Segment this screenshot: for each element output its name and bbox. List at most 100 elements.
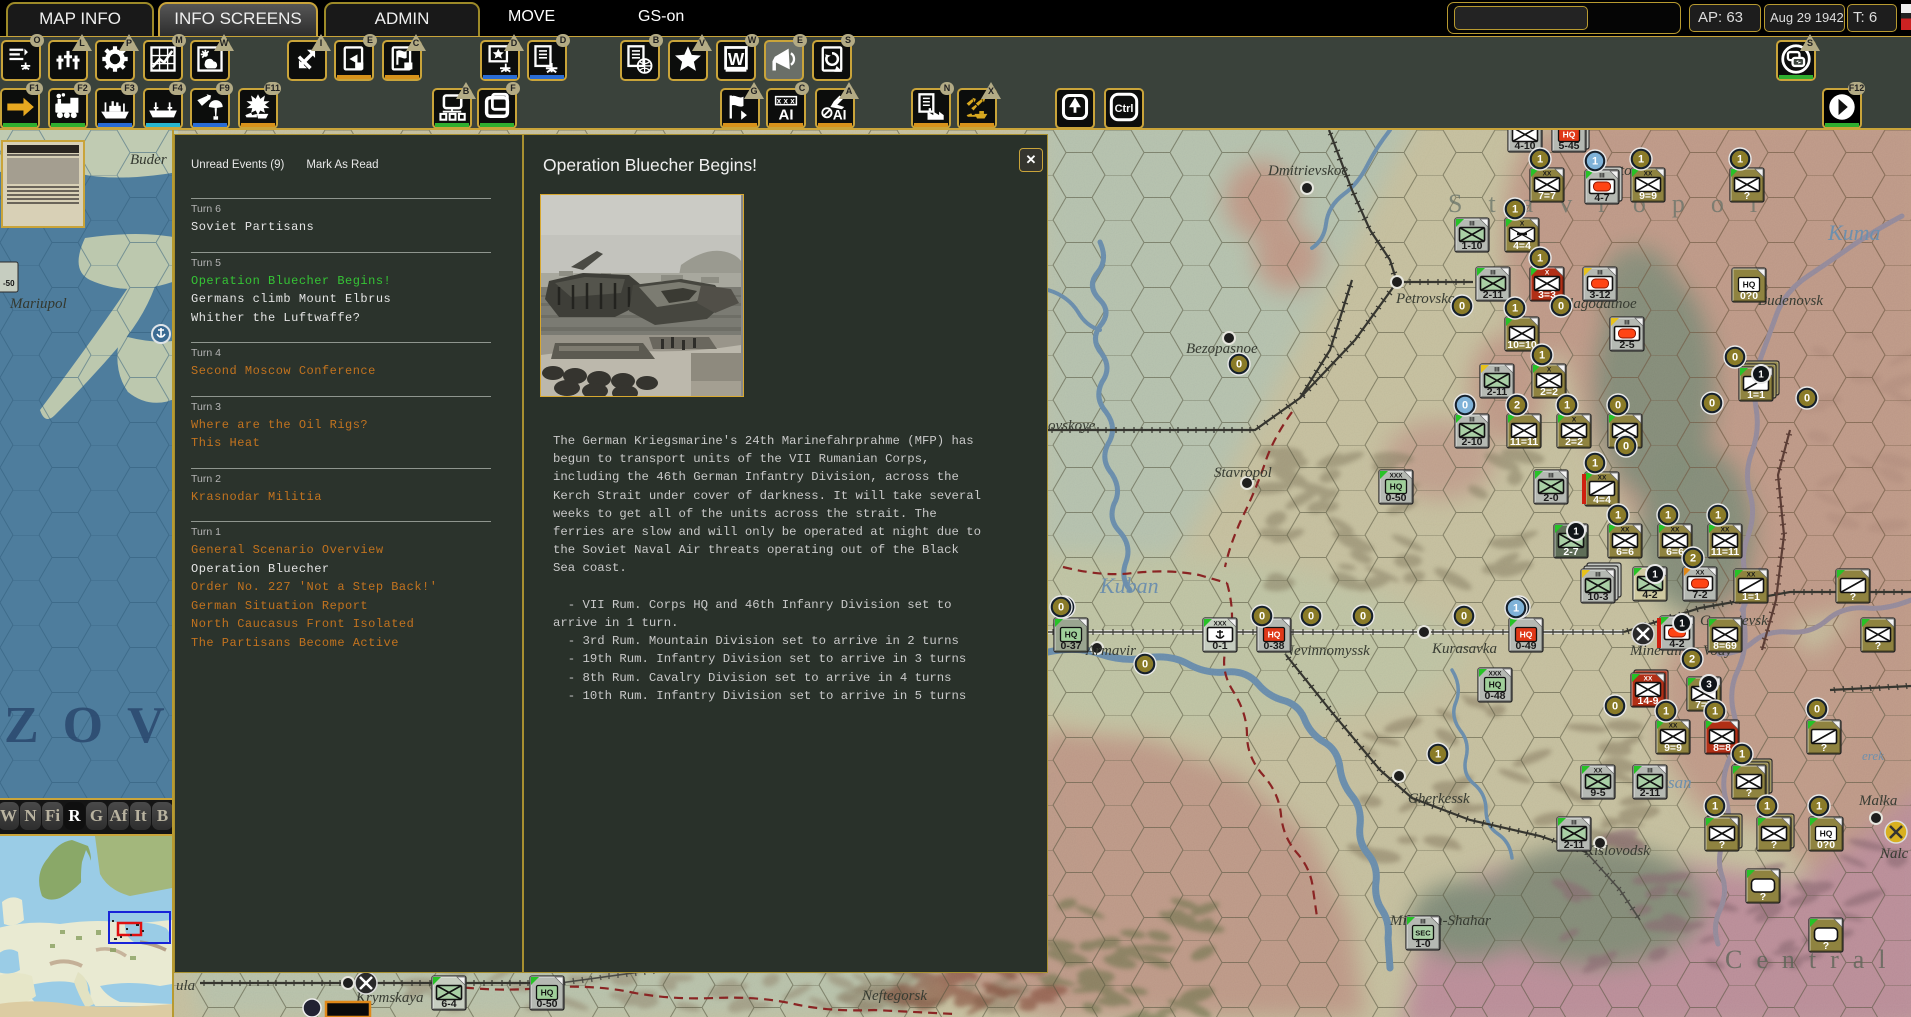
- svg-text:6=6: 6=6: [1616, 546, 1634, 558]
- svg-text:3: 3: [1706, 680, 1712, 691]
- svg-text:1: 1: [1512, 204, 1518, 216]
- svg-text:III: III: [1647, 768, 1653, 775]
- svg-text:XX: XX: [1598, 475, 1607, 482]
- svg-text:0: 0: [1308, 611, 1314, 623]
- svg-text:XX: XX: [1671, 527, 1680, 534]
- svg-text:8=69: 8=69: [1713, 640, 1737, 652]
- svg-text:0: 0: [1612, 701, 1618, 713]
- svg-text:0-49: 0-49: [1515, 640, 1536, 652]
- svg-text:0: 0: [1058, 602, 1064, 614]
- svg-text:2-5: 2-5: [1619, 339, 1634, 351]
- svg-text:0: 0: [1142, 659, 1148, 671]
- svg-text:ZOV: ZOV: [4, 697, 178, 754]
- svg-text:7-2: 7-2: [1692, 589, 1707, 601]
- svg-text:SEC: SEC: [1415, 929, 1431, 938]
- svg-text:14-9: 14-9: [1637, 695, 1658, 707]
- svg-text:AI: AI: [833, 107, 847, 122]
- svg-text:III: III: [1624, 320, 1630, 327]
- svg-text:0: 0: [1459, 301, 1465, 313]
- svg-text:1: 1: [1537, 154, 1543, 166]
- svg-text:XX: XX: [1696, 570, 1705, 577]
- svg-text:1: 1: [1652, 570, 1658, 581]
- svg-text:11=11: 11=11: [1510, 436, 1538, 448]
- svg-text:III: III: [1548, 473, 1554, 480]
- svg-text:?: ?: [1744, 190, 1750, 202]
- svg-text:1-10: 1-10: [1461, 240, 1482, 252]
- svg-text:-50: -50: [3, 279, 15, 288]
- svg-text:AI: AI: [779, 107, 794, 122]
- svg-text:XX: XX: [1669, 723, 1678, 730]
- svg-text:1: 1: [1564, 400, 1570, 412]
- svg-text:III: III: [1420, 919, 1426, 926]
- svg-text:0: 0: [1615, 400, 1621, 412]
- svg-text:5-45: 5-45: [1558, 140, 1579, 152]
- svg-text:2-11: 2-11: [1564, 839, 1585, 851]
- svg-text:?: ?: [1719, 839, 1725, 851]
- svg-text:2-10: 2-10: [1461, 436, 1482, 448]
- svg-text:HQ: HQ: [1520, 630, 1533, 640]
- svg-text:XX: XX: [1644, 676, 1653, 683]
- svg-text:HQ: HQ: [1743, 280, 1756, 290]
- svg-text:6-4: 6-4: [441, 998, 456, 1010]
- svg-text:0?0: 0?0: [1740, 290, 1758, 302]
- svg-text:2-11: 2-11: [1640, 787, 1661, 799]
- svg-text:2: 2: [1689, 654, 1695, 666]
- svg-text:III: III: [1595, 572, 1601, 579]
- svg-text:0: 0: [1259, 611, 1265, 623]
- svg-text:4=4: 4=4: [1513, 240, 1531, 252]
- svg-text:0: 0: [1709, 398, 1715, 410]
- svg-text:1: 1: [1638, 154, 1644, 166]
- svg-text:1: 1: [1573, 527, 1579, 538]
- svg-text:2-7: 2-7: [1563, 546, 1578, 558]
- svg-text:6=6: 6=6: [1666, 546, 1684, 558]
- svg-text:III: III: [1469, 221, 1475, 228]
- svg-text:2-11: 2-11: [1483, 289, 1504, 301]
- svg-text:0: 0: [1732, 352, 1738, 364]
- svg-text:XXX: XXX: [1389, 473, 1403, 480]
- svg-text:III: III: [1494, 367, 1500, 374]
- svg-text:X: X: [1545, 270, 1550, 277]
- svg-text:III: III: [1599, 173, 1605, 180]
- svg-text:III: III: [1571, 820, 1577, 827]
- svg-text:4-2: 4-2: [1669, 638, 1684, 650]
- svg-text:1: 1: [1679, 619, 1685, 630]
- svg-text:9=9: 9=9: [1664, 742, 1682, 754]
- svg-text:7=7: 7=7: [1538, 190, 1556, 202]
- svg-text:0: 0: [1804, 393, 1810, 405]
- svg-text:XX: XX: [1621, 527, 1630, 534]
- svg-text:4-2: 4-2: [1642, 589, 1657, 601]
- svg-text:1: 1: [1737, 154, 1743, 166]
- svg-text:0-48: 0-48: [1484, 690, 1505, 702]
- svg-text:HQ: HQ: [541, 988, 554, 998]
- svg-text:X: X: [1572, 417, 1577, 424]
- svg-text:1: 1: [1739, 749, 1745, 761]
- svg-text:?: ?: [1821, 742, 1827, 754]
- svg-text:0: 0: [1236, 359, 1242, 371]
- svg-text:1: 1: [1615, 510, 1621, 522]
- svg-text:XX: XX: [1747, 572, 1756, 579]
- svg-text:1: 1: [1592, 156, 1598, 168]
- svg-text:XXX: XXX: [1488, 671, 1502, 678]
- svg-text:4-7: 4-7: [1594, 192, 1609, 204]
- svg-text:III: III: [1469, 417, 1475, 424]
- svg-text:3-12: 3-12: [1589, 289, 1610, 301]
- svg-text:1=1: 1=1: [1742, 591, 1760, 603]
- svg-text:2: 2: [1514, 400, 1520, 412]
- svg-text:X: X: [1547, 367, 1552, 374]
- svg-text:0: 0: [1814, 704, 1820, 716]
- svg-text:?: ?: [1823, 940, 1829, 952]
- svg-text:0?0: 0?0: [1817, 839, 1835, 851]
- svg-text:0-1: 0-1: [1212, 640, 1227, 652]
- svg-text:III: III: [1490, 270, 1496, 277]
- svg-text:2-11: 2-11: [1487, 386, 1508, 398]
- svg-text:X: X: [1520, 221, 1525, 228]
- svg-text:?: ?: [1760, 891, 1766, 903]
- svg-text:0: 0: [1558, 301, 1564, 313]
- svg-text:2=2: 2=2: [1540, 386, 1558, 398]
- svg-text:0-50: 0-50: [536, 998, 557, 1010]
- svg-text:1: 1: [1715, 510, 1721, 522]
- svg-text:1: 1: [1764, 801, 1770, 813]
- svg-text:0-37: 0-37: [1060, 640, 1081, 652]
- svg-text:0: 0: [1360, 611, 1366, 623]
- svg-text:HQ: HQ: [1820, 829, 1833, 839]
